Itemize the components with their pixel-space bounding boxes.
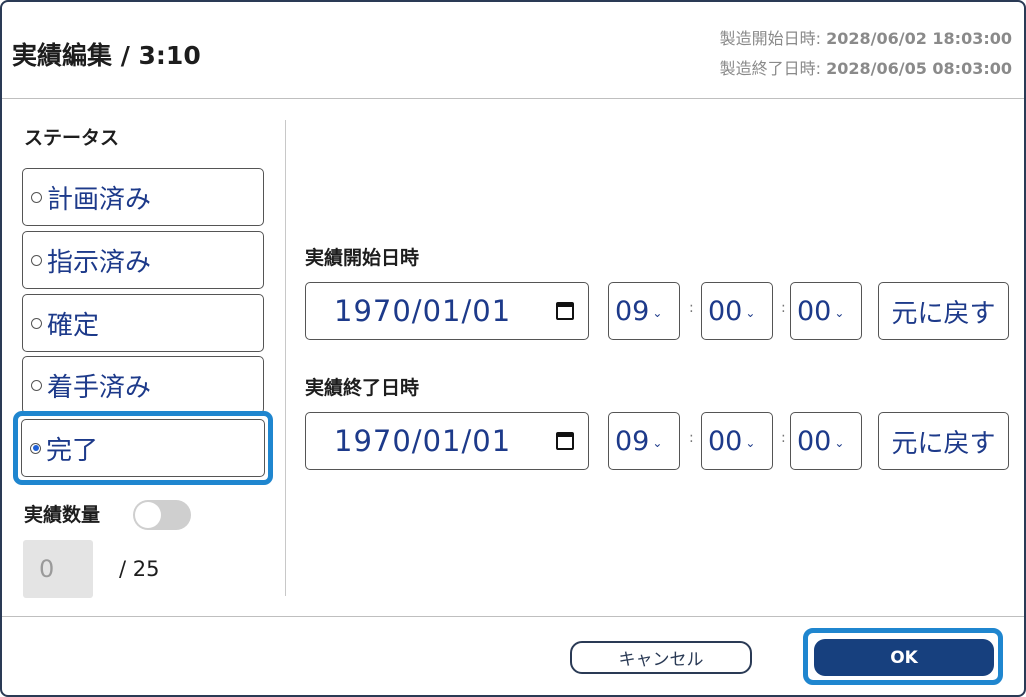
calendar-icon[interactable] (556, 302, 574, 320)
radio-icon (31, 317, 42, 329)
production-end: 製造終了日時: 2028/06/05 08:03:00 (719, 59, 1012, 78)
actual-end-second-select[interactable]: 00 ⌄ (790, 412, 862, 470)
actual-end-date-input[interactable]: 1970/01/01 (305, 412, 589, 470)
actual-start-hour-select[interactable]: 09 ⌄ (608, 282, 680, 340)
footer-divider (2, 616, 1024, 617)
chevron-down-icon: ⌄ (745, 305, 756, 320)
actual-start-date-input[interactable]: 1970/01/01 (305, 282, 589, 340)
status-option-instructed[interactable]: 指示済み (22, 231, 264, 289)
production-start-value: 2028/06/02 18:03:00 (826, 29, 1012, 48)
status-option-completed[interactable]: 完了 (21, 419, 265, 477)
edit-results-dialog: 実績編集 / 3:10 製造開始日時: 2028/06/02 18:03:00 … (0, 0, 1026, 697)
time-separator: : (689, 300, 694, 316)
actual-end-minute-select[interactable]: 00 ⌄ (701, 412, 773, 470)
production-start: 製造開始日時: 2028/06/02 18:03:00 (719, 29, 1012, 48)
chevron-down-icon: ⌄ (652, 435, 663, 450)
toggle-knob (135, 502, 161, 528)
actual-start-minute-select[interactable]: 00 ⌄ (701, 282, 773, 340)
production-dates: 製造開始日時: 2028/06/02 18:03:00 製造終了日時: 2028… (720, 24, 1012, 84)
radio-icon (31, 254, 42, 266)
quantity-total: / 25 (119, 557, 160, 581)
time-separator: : (781, 300, 786, 316)
panel-divider (285, 120, 286, 596)
chevron-down-icon: ⌄ (745, 435, 756, 450)
chevron-down-icon: ⌄ (834, 435, 845, 450)
status-option-confirmed[interactable]: 確定 (22, 294, 264, 352)
quantity-input[interactable]: 0 (23, 540, 93, 598)
status-option-planned[interactable]: 計画済み (22, 168, 264, 226)
production-end-value: 2028/06/05 08:03:00 (826, 59, 1012, 78)
time-separator: : (781, 430, 786, 446)
radio-selected-icon (30, 442, 41, 454)
actual-start-label: 実績開始日時 (305, 247, 420, 269)
time-separator: : (689, 430, 694, 446)
radio-icon (31, 379, 42, 391)
calendar-icon[interactable] (556, 432, 574, 450)
cancel-button[interactable]: キャンセル (570, 641, 752, 674)
actual-end-reset-button[interactable]: 元に戻す (878, 412, 1009, 470)
radio-icon (31, 191, 42, 203)
chevron-down-icon: ⌄ (652, 305, 663, 320)
status-option-started[interactable]: 着手済み (22, 356, 264, 414)
status-heading: ステータス (24, 127, 120, 149)
dialog-header: 実績編集 / 3:10 製造開始日時: 2028/06/02 18:03:00 … (2, 2, 1024, 99)
chevron-down-icon: ⌄ (834, 305, 845, 320)
quantity-toggle[interactable] (133, 500, 191, 530)
actual-start-second-select[interactable]: 00 ⌄ (790, 282, 862, 340)
ok-button[interactable]: OK (814, 639, 994, 676)
actual-start-reset-button[interactable]: 元に戻す (878, 282, 1009, 340)
actual-end-label: 実績終了日時 (305, 377, 420, 399)
actual-end-hour-select[interactable]: 09 ⌄ (608, 412, 680, 470)
quantity-label: 実績数量 (24, 504, 101, 526)
dialog-title: 実績編集 / 3:10 (12, 41, 201, 70)
